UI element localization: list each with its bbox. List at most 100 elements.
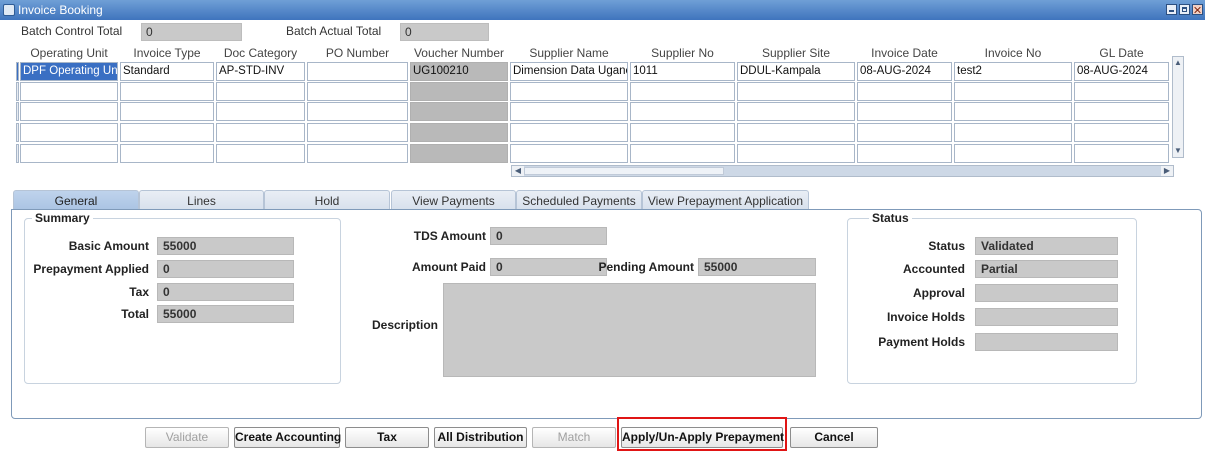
- accounted-field: Partial: [975, 260, 1118, 278]
- status-label: Status: [928, 239, 965, 253]
- grid-cell[interactable]: [737, 123, 855, 142]
- grid-cell[interactable]: Standard: [120, 62, 214, 81]
- row-selector[interactable]: [16, 62, 19, 81]
- grid-vertical-scrollbar[interactable]: ▲ ▼: [1172, 56, 1184, 158]
- grid-cell[interactable]: [954, 123, 1072, 142]
- scroll-left-icon[interactable]: ◀: [512, 166, 524, 176]
- approval-field: [975, 284, 1118, 302]
- tax-label: Tax: [129, 285, 149, 299]
- grid-cell[interactable]: [307, 82, 408, 101]
- scroll-thumb[interactable]: [524, 167, 724, 175]
- grid-cell[interactable]: [307, 144, 408, 163]
- scroll-up-icon[interactable]: ▲: [1173, 57, 1183, 69]
- minimize-icon[interactable]: [1166, 4, 1177, 15]
- grid-cell: [410, 102, 508, 121]
- row-selector[interactable]: [16, 144, 19, 163]
- match-button[interactable]: Match: [532, 427, 616, 448]
- grid-cell[interactable]: [630, 123, 735, 142]
- grid-cell[interactable]: [510, 82, 628, 101]
- validate-button[interactable]: Validate: [145, 427, 229, 448]
- cancel-button[interactable]: Cancel: [790, 427, 878, 448]
- tab-view-payments[interactable]: View Payments: [391, 190, 516, 210]
- tab-hold[interactable]: Hold: [264, 190, 390, 210]
- app-icon: [3, 4, 15, 16]
- grid-cell[interactable]: Dimension Data Uganc: [510, 62, 628, 81]
- grid-cell[interactable]: [307, 102, 408, 121]
- grid-cell[interactable]: [630, 144, 735, 163]
- grid-cell[interactable]: [510, 102, 628, 121]
- tds-amount-field: 0: [490, 227, 607, 245]
- grid-cell[interactable]: [20, 144, 118, 163]
- tab-scheduled-payments[interactable]: Scheduled Payments: [516, 190, 642, 210]
- grid-cell[interactable]: [1074, 102, 1169, 121]
- grid-cell[interactable]: [20, 123, 118, 142]
- grid-cell[interactable]: [1074, 144, 1169, 163]
- window-titlebar: Invoice Booking: [0, 0, 1205, 20]
- grid-cell[interactable]: [120, 144, 214, 163]
- grid-cell[interactable]: [857, 144, 952, 163]
- tab-lines[interactable]: Lines: [139, 190, 264, 210]
- grid-cell[interactable]: [630, 82, 735, 101]
- grid-cell[interactable]: [954, 102, 1072, 121]
- grid-cell[interactable]: 08-AUG-2024: [1074, 62, 1169, 81]
- grid-cell[interactable]: [737, 82, 855, 101]
- grid-cell[interactable]: [120, 102, 214, 121]
- grid-cell[interactable]: [307, 123, 408, 142]
- grid-cell[interactable]: [120, 82, 214, 101]
- grid-cell[interactable]: [954, 144, 1072, 163]
- column-header-gl-date: GL Date: [1099, 46, 1144, 60]
- column-header-operating-unit: Operating Unit: [30, 46, 108, 60]
- column-header-invoice-no: Invoice No: [984, 46, 1042, 60]
- grid-cell[interactable]: [20, 102, 118, 121]
- close-icon[interactable]: [1192, 4, 1203, 15]
- grid-cell[interactable]: [737, 144, 855, 163]
- amount-paid-label: Amount Paid: [412, 260, 486, 274]
- grid-cell[interactable]: [1074, 123, 1169, 142]
- approval-label: Approval: [912, 286, 965, 300]
- grid-cell[interactable]: 08-AUG-2024: [857, 62, 952, 81]
- grid-cell[interactable]: [857, 82, 952, 101]
- create-accounting-button[interactable]: Create Accounting: [234, 427, 341, 448]
- grid-cell[interactable]: [307, 62, 408, 81]
- grid-cell[interactable]: DPF Operating Uni: [20, 62, 118, 81]
- grid-horizontal-scrollbar[interactable]: ◀ ▶: [511, 165, 1174, 177]
- total-field: 55000: [157, 305, 294, 323]
- all-distribution-button[interactable]: All Distribution: [434, 427, 527, 448]
- grid-cell[interactable]: [216, 102, 305, 121]
- grid-cell[interactable]: [857, 123, 952, 142]
- status-field: Validated: [975, 237, 1118, 255]
- tab-general[interactable]: General: [13, 190, 139, 211]
- column-header-po-number: PO Number: [325, 46, 390, 60]
- grid-cell[interactable]: [510, 144, 628, 163]
- grid-cell[interactable]: AP-STD-INV: [216, 62, 305, 81]
- grid-cell[interactable]: test2: [954, 62, 1072, 81]
- basic-amount-label: Basic Amount: [68, 239, 149, 253]
- grid-cell[interactable]: [510, 123, 628, 142]
- grid-cell[interactable]: DDUL-Kampala: [737, 62, 855, 81]
- grid-cell[interactable]: 1011: [630, 62, 735, 81]
- grid-cell: [410, 123, 508, 142]
- description-field[interactable]: [443, 283, 816, 377]
- grid-cell[interactable]: [216, 82, 305, 101]
- grid-cell[interactable]: [630, 102, 735, 121]
- row-selector[interactable]: [16, 82, 19, 101]
- grid-cell[interactable]: [120, 123, 214, 142]
- scroll-right-icon[interactable]: ▶: [1161, 166, 1173, 176]
- column-header-doc-category: Doc Category: [223, 46, 298, 60]
- grid-cell[interactable]: [1074, 82, 1169, 101]
- maximize-icon[interactable]: [1179, 4, 1190, 15]
- row-selector[interactable]: [16, 102, 19, 121]
- grid-cell[interactable]: [737, 102, 855, 121]
- grid-cell[interactable]: [216, 144, 305, 163]
- grid-cell[interactable]: [20, 82, 118, 101]
- tax-button[interactable]: Tax: [345, 427, 429, 448]
- description-label: Description: [371, 318, 438, 332]
- grid-cell[interactable]: [216, 123, 305, 142]
- payment-holds-field: [975, 333, 1118, 351]
- tab-view-prepayment-application[interactable]: View Prepayment Application: [642, 190, 809, 210]
- grid-cell[interactable]: [857, 102, 952, 121]
- row-selector[interactable]: [16, 123, 19, 142]
- prepayment-applied-field: 0: [157, 260, 294, 278]
- scroll-down-icon[interactable]: ▼: [1173, 145, 1183, 157]
- grid-cell[interactable]: [954, 82, 1072, 101]
